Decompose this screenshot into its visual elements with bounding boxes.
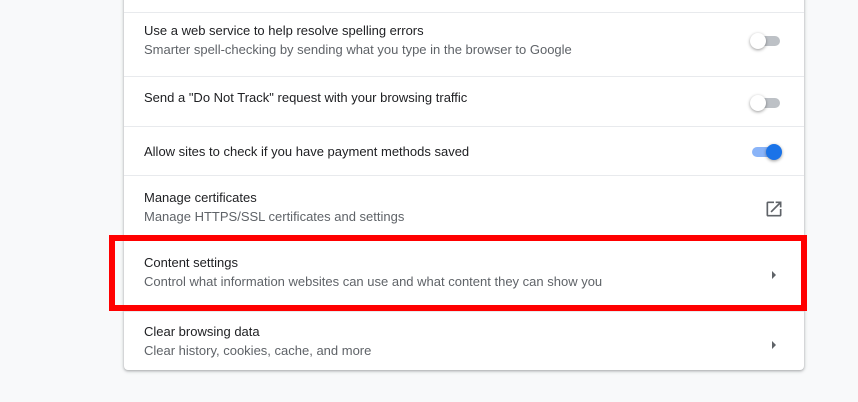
chevron-right-icon[interactable] (768, 339, 780, 351)
do-not-track-title: Send a "Do Not Track" request with your … (144, 90, 468, 105)
payment-methods-title: Allow sites to check if you have payment… (144, 144, 470, 159)
content-settings-subtitle: Control what information websites can us… (144, 274, 603, 289)
payment-methods-toggle[interactable] (750, 142, 782, 162)
open-in-new-icon[interactable] (764, 199, 784, 219)
spelling-service-subtitle: Smarter spell-checking by sending what y… (144, 42, 572, 57)
payment-methods-row[interactable]: Allow sites to check if you have payment… (124, 126, 804, 176)
clear-browsing-data-subtitle: Clear history, cookies, cache, and more (144, 343, 372, 358)
spelling-service-title: Use a web service to help resolve spelli… (144, 23, 424, 38)
do-not-track-toggle[interactable] (750, 93, 782, 113)
clear-browsing-data-row[interactable]: Clear browsing data Clear history, cooki… (124, 311, 804, 370)
content-settings-title: Content settings (144, 255, 238, 270)
clear-browsing-data-title: Clear browsing data (144, 324, 260, 339)
manage-certificates-title: Manage certificates (144, 190, 257, 205)
privacy-settings-card: Use a web service to help resolve spelli… (124, 0, 804, 370)
chevron-right-icon[interactable] (768, 269, 780, 281)
manage-certificates-subtitle: Manage HTTPS/SSL certificates and settin… (144, 209, 405, 224)
manage-certificates-row[interactable]: Manage certificates Manage HTTPS/SSL cer… (124, 175, 804, 237)
spelling-service-toggle[interactable] (750, 31, 782, 51)
content-settings-row[interactable]: Content settings Control what informatio… (124, 240, 804, 304)
spelling-service-row[interactable]: Use a web service to help resolve spelli… (124, 12, 804, 70)
do-not-track-row[interactable]: Send a "Do Not Track" request with your … (124, 76, 804, 127)
